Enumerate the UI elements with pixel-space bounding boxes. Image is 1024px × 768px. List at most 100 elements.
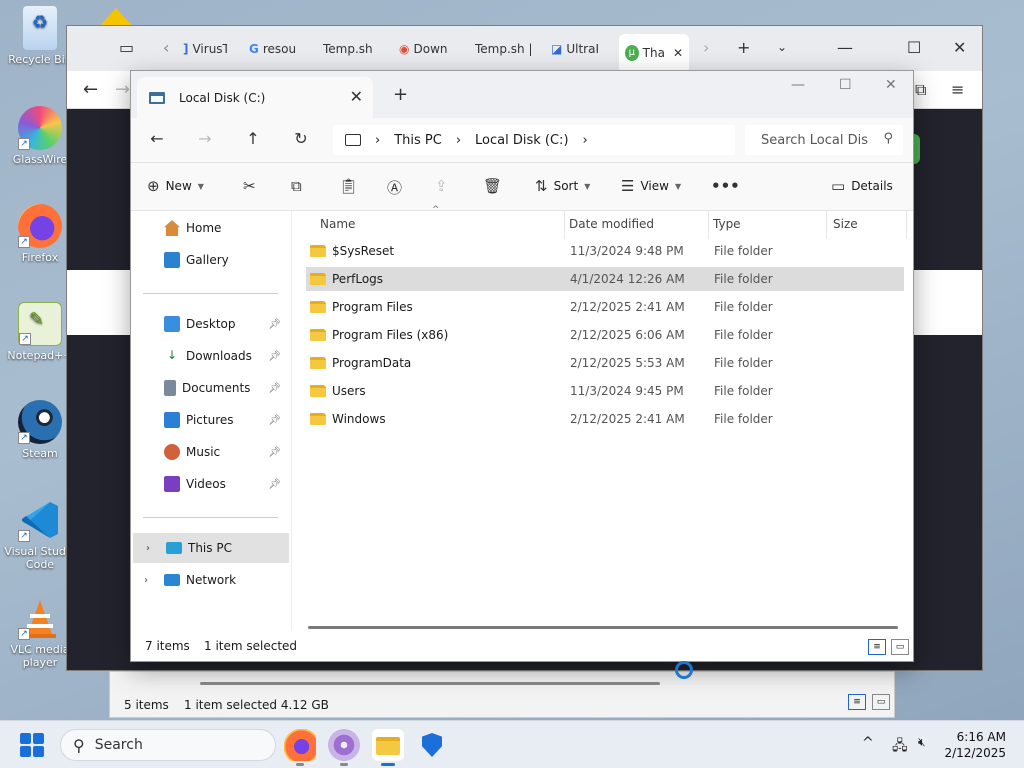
chevron-right-icon[interactable]: › <box>146 543 150 554</box>
paste-button[interactable]: 📋︎ <box>339 177 358 195</box>
file-row[interactable]: Users 11/3/2024 9:45 PM File folder <box>306 379 904 403</box>
sidebar-item-music[interactable]: Music 📌︎ <box>131 437 287 467</box>
sidebar-item-videos[interactable]: Videos 📌︎ <box>131 469 287 499</box>
share-button[interactable]: ⇪ <box>435 177 448 195</box>
sort-button[interactable]: ⇅ Sort ▼ <box>535 177 590 195</box>
rename-button[interactable]: Ⓐ <box>387 177 402 198</box>
chevron-right-icon[interactable]: › <box>375 133 380 148</box>
minimize-icon[interactable]: — <box>791 77 805 93</box>
close-icon[interactable]: ✕ <box>350 87 363 106</box>
explorer-tab[interactable]: Local Disk (C:) ✕ <box>137 77 373 118</box>
start-button[interactable] <box>20 733 44 757</box>
chevron-up-icon[interactable]: ^ <box>862 735 874 751</box>
breadcrumb-this-pc[interactable]: This PC <box>394 133 442 148</box>
cut-button[interactable]: ✂ <box>243 177 256 195</box>
maximize-icon[interactable]: ☐ <box>839 77 852 93</box>
more-options-button[interactable]: ••• <box>711 177 740 195</box>
copy-button[interactable]: ⧉ <box>291 177 302 195</box>
horizontal-scrollbar[interactable] <box>308 626 898 629</box>
chevron-right-icon[interactable]: › <box>703 38 709 57</box>
refresh-icon[interactable]: ↻ <box>289 129 313 148</box>
new-tab-icon[interactable]: + <box>737 38 750 57</box>
column-header-type[interactable]: Type <box>713 213 741 235</box>
file-row[interactable]: Program Files 2/12/2025 2:41 AM File fol… <box>306 295 904 319</box>
close-window-icon[interactable]: ✕ <box>953 38 966 57</box>
network-status-icon[interactable]: 🖧︎ <box>892 735 908 759</box>
details-pane-button[interactable]: ▭ Details <box>831 177 893 195</box>
browser-tab[interactable]: ◪ UltraI <box>551 34 607 64</box>
horizontal-scrollbar[interactable] <box>200 682 660 685</box>
forward-arrow-icon[interactable]: → <box>115 79 130 100</box>
back-arrow-icon[interactable]: ← <box>145 129 169 148</box>
taskbar-firefox-icon[interactable] <box>284 729 316 766</box>
search-input[interactable]: Search Local Dis ⚲ <box>745 125 903 155</box>
browser-tab-label: VirusT <box>192 42 227 56</box>
close-icon[interactable]: ✕ <box>673 46 683 60</box>
file-row[interactable]: Program Files (x86) 2/12/2025 6:06 AM Fi… <box>306 323 904 347</box>
browser-tab[interactable]: G resou <box>249 34 301 64</box>
taskbar-defender-icon[interactable] <box>416 729 448 761</box>
browser-tab[interactable]: Temp.sh | <box>323 34 377 64</box>
menu-icon[interactable]: ≡ <box>951 80 964 99</box>
sidebar-item-gallery[interactable]: Gallery <box>131 245 287 275</box>
extensions-icon[interactable]: ⧉ <box>915 80 926 100</box>
column-header-name[interactable]: Name <box>320 213 355 235</box>
column-header-date[interactable]: Date modified <box>569 213 654 235</box>
sidebar-item-network[interactable]: › Network <box>131 565 287 595</box>
new-button[interactable]: ⊕ New ▼ <box>147 177 204 195</box>
tab-actions-icon[interactable]: ▭ <box>119 38 134 57</box>
sidebar-item-home[interactable]: Home <box>131 213 287 243</box>
pin-icon[interactable]: 📌︎ <box>268 319 281 330</box>
chevron-right-icon[interactable]: › <box>456 133 461 148</box>
taskbar-search[interactable]: ⚲ Search <box>60 729 276 761</box>
pin-icon[interactable]: 📌︎ <box>268 383 281 394</box>
chevron-right-icon[interactable]: › <box>583 133 588 148</box>
system-clock[interactable]: 6:16 AM 2/12/2025 <box>944 729 1006 761</box>
column-divider[interactable] <box>826 211 827 239</box>
taskbar-file-explorer-icon[interactable] <box>372 729 404 766</box>
sidebar-item-pictures[interactable]: Pictures 📌︎ <box>131 405 287 435</box>
file-row-selected[interactable]: PerfLogs 4/1/2024 12:26 AM File folder <box>306 267 904 291</box>
file-row[interactable]: Windows 2/12/2025 2:41 AM File folder <box>306 407 904 431</box>
column-header-size[interactable]: Size <box>833 213 858 235</box>
chevron-down-icon[interactable]: ⌄ <box>777 40 787 54</box>
pin-icon[interactable]: 📌︎ <box>268 351 281 362</box>
maximize-icon[interactable]: ☐ <box>907 38 921 57</box>
taskbar-disc-app-icon[interactable] <box>328 729 360 766</box>
forward-arrow-icon[interactable]: → <box>193 129 217 148</box>
sidebar-item-documents[interactable]: Documents 📌︎ <box>131 373 287 403</box>
chevron-right-icon[interactable]: › <box>144 575 148 586</box>
breadcrumb-local-disk[interactable]: Local Disk (C:) <box>475 133 568 148</box>
view-button[interactable]: ☰ View ▼ <box>621 177 681 195</box>
sidebar-item-this-pc[interactable]: › This PC <box>133 533 289 563</box>
new-tab-icon[interactable]: + <box>393 84 408 105</box>
videos-icon <box>164 476 180 492</box>
pin-icon[interactable]: 📌︎ <box>268 479 281 490</box>
tiles-view-icon[interactable]: ▭ <box>872 694 890 710</box>
volume-muted-icon[interactable]: 🔇︎ <box>918 735 926 750</box>
chevron-left-icon[interactable]: ‹ <box>163 38 169 57</box>
back-arrow-icon[interactable]: ← <box>83 79 98 100</box>
pin-icon[interactable]: 📌︎ <box>268 415 281 426</box>
pin-icon[interactable]: 📌︎ <box>268 447 281 458</box>
up-arrow-icon[interactable]: ↑ <box>241 129 265 148</box>
close-window-icon[interactable]: ✕ <box>885 77 897 93</box>
browser-tab[interactable]: ◉ Down <box>399 34 455 64</box>
file-row[interactable]: ProgramData 2/12/2025 5:53 AM File folde… <box>306 351 904 375</box>
sidebar-item-downloads[interactable]: ↓ Downloads 📌︎ <box>131 341 287 371</box>
file-row[interactable]: $SysReset 11/3/2024 9:48 PM File folder <box>306 239 904 263</box>
delete-button[interactable]: 🗑︎ <box>483 177 502 195</box>
column-divider[interactable] <box>564 211 565 239</box>
browser-tab[interactable]: Temp.sh | <box>475 34 531 64</box>
details-view-icon[interactable]: ≡ <box>868 639 886 655</box>
minimize-icon[interactable]: — <box>837 38 853 57</box>
details-view-icon[interactable]: ≡ <box>848 694 866 710</box>
address-bar[interactable]: › This PC › Local Disk (C:) › <box>333 125 735 155</box>
desktop-icon <box>164 316 180 332</box>
column-divider[interactable] <box>906 211 907 239</box>
browser-tab-active[interactable]: µ Tha ✕ <box>619 34 689 71</box>
column-divider[interactable] <box>708 211 709 239</box>
tiles-view-icon[interactable]: ▭ <box>891 639 909 655</box>
sidebar-item-desktop[interactable]: Desktop 📌︎ <box>131 309 287 339</box>
browser-tab[interactable]: ] VirusT <box>183 34 227 64</box>
